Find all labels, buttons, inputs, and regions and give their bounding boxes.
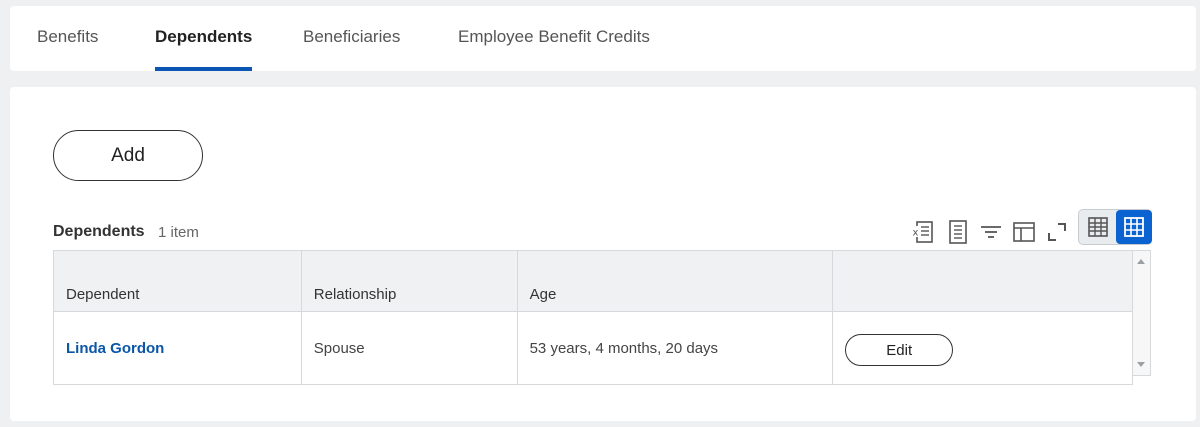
view-toggle (1078, 209, 1152, 245)
section-title: Dependents (53, 223, 145, 240)
action-cell: Edit (832, 311, 1133, 385)
column-header-actions (832, 250, 1133, 312)
edit-button[interactable]: Edit (845, 334, 954, 366)
item-count: 1 item (158, 224, 199, 241)
table-view-icon[interactable] (1080, 210, 1116, 244)
excel-export-icon[interactable]: x (910, 218, 936, 246)
dependents-table: Dependent Relationship Age Linda Gordon … (53, 250, 1133, 385)
tab-benefits[interactable]: Benefits (37, 6, 98, 71)
filter-icon[interactable] (978, 218, 1004, 246)
column-header-age[interactable]: Age (516, 250, 834, 312)
dependents-panel: Add Dependents 1 item x Dependent Relati… (10, 87, 1196, 421)
table-row: Linda Gordon Spouse 53 years, 4 months, … (53, 311, 1133, 385)
column-header-dependent[interactable]: Dependent (53, 250, 302, 312)
column-header-relationship[interactable]: Relationship (300, 250, 518, 312)
add-button[interactable]: Add (53, 130, 203, 181)
fullscreen-icon[interactable] (1044, 218, 1070, 246)
tab-employee-benefit-credits[interactable]: Employee Benefit Credits (458, 6, 650, 71)
scroll-up-icon[interactable] (1137, 259, 1145, 264)
print-icon[interactable] (945, 218, 971, 246)
tab-bar: Benefits Dependents Beneficiaries Employ… (10, 6, 1196, 71)
columns-icon[interactable] (1011, 218, 1037, 246)
tab-beneficiaries[interactable]: Beneficiaries (303, 6, 400, 71)
svg-text:x: x (913, 228, 919, 239)
dependent-link[interactable]: Linda Gordon (66, 340, 164, 357)
age-cell: 53 years, 4 months, 20 days (516, 311, 834, 385)
table-scrollbar[interactable] (1133, 250, 1151, 376)
scroll-down-icon[interactable] (1137, 362, 1145, 367)
relationship-cell: Spouse (300, 311, 518, 385)
dependent-cell: Linda Gordon (53, 311, 302, 385)
tab-dependents[interactable]: Dependents (155, 6, 253, 71)
grid-view-icon[interactable] (1116, 210, 1152, 244)
table-header-row: Dependent Relationship Age (53, 250, 1133, 312)
